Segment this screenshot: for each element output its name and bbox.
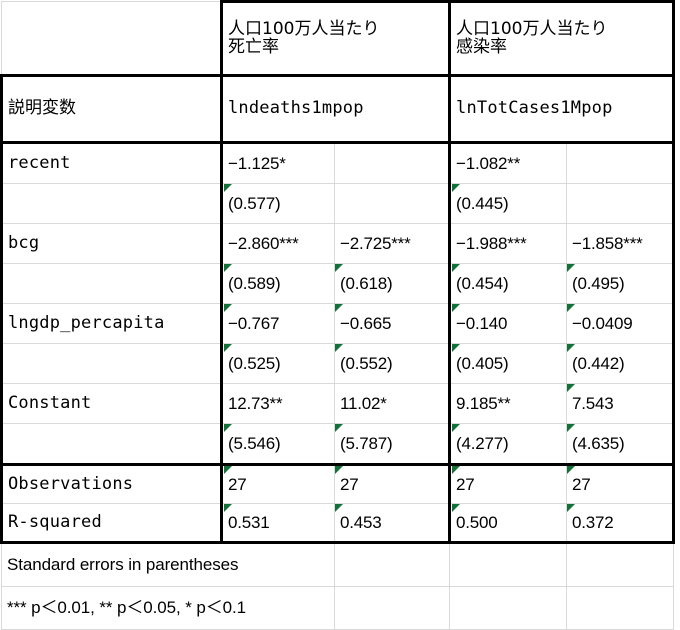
group-header-deaths-line2: 死亡率 [228, 36, 279, 57]
table-row-std-error: (0.577) (0.445) [0, 183, 676, 224]
table-row-coefficient: Constant 12.73** 11.02* 9.185** 7.543 [0, 383, 676, 424]
cell-bcg-m1-coef: −2.860*** [220, 223, 335, 264]
spreadsheet-canvas: 人口100万人当たり 死亡率 人口100万人当たり 感染率 説明変数 lndeath… [0, 0, 680, 630]
table-row-r-squared: R-squared 0.531 0.453 0.500 0.372 [0, 503, 676, 544]
cell-constant-m4-coef: 7.543 [566, 383, 676, 424]
row-label-constant: Constant [0, 383, 222, 424]
table-row-note: *** p＜0.01, ** p＜0.05, * p＜0.1 [1, 586, 675, 630]
row-label-lngdp-percapita: lngdp_percapita [0, 303, 222, 344]
cell-r-squared-m3: 0.500 [448, 503, 568, 544]
table-row-coefficient: lngdp_percapita −0.767 −0.665 −0.140 −0.… [0, 303, 676, 344]
cell-bcg-m3-se: (0.454) [448, 263, 568, 304]
cell-constant-m1-coef: 12.73** [220, 383, 335, 424]
cell-observations-m3: 27 [448, 463, 568, 504]
note-row2-pad-2 [449, 586, 568, 630]
cell-bcg-m4-coef: −1.858*** [566, 223, 676, 264]
cell-lngdp-m1-coef: −0.767 [220, 303, 335, 344]
table-row-variable-header: 説明変数 lndeaths1mpop lnTotCases1Mpop [0, 74, 676, 144]
cell-lngdp-m4-se: (0.442) [566, 343, 676, 384]
cell-recent-m4-se [566, 183, 676, 224]
cell-r-squared-m4: 0.372 [566, 503, 676, 544]
note-row2-pad-3 [566, 586, 675, 630]
cell-recent-m3-coef: −1.082** [448, 142, 568, 184]
table-row-std-error: (0.525) (0.552) (0.405) (0.442) [0, 343, 676, 384]
cell-constant-m2-se: (5.787) [333, 423, 451, 466]
corner-cell [1, 1, 222, 76]
row-label-lngdp-se-blank [0, 343, 222, 384]
row-label-r-squared: R-squared [0, 503, 222, 544]
cell-recent-m3-se: (0.445) [448, 183, 568, 224]
explanatory-variable-header: 説明変数 [0, 74, 222, 144]
cell-r-squared-m1: 0.531 [220, 503, 335, 544]
table-row-note: Standard errors in parentheses [1, 542, 675, 587]
row-label-bcg: bcg [0, 223, 222, 264]
cell-recent-m2-se [333, 183, 451, 224]
table-row-std-error: (5.546) (5.787) (4.277) (4.635) [0, 423, 676, 466]
cell-bcg-m3-coef: −1.988*** [448, 223, 568, 264]
cell-observations-m2: 27 [333, 463, 451, 504]
cell-constant-m3-se: (4.277) [448, 423, 568, 466]
row-label-recent: recent [0, 142, 222, 184]
cell-bcg-m4-se: (0.495) [566, 263, 676, 304]
cell-bcg-m2-se: (0.618) [333, 263, 451, 304]
row-label-constant-se-blank [0, 423, 222, 466]
column-group-header-deaths: 人口100万人当たり 死亡率 [219, 0, 451, 76]
cell-constant-m2-coef: 11.02* [333, 383, 451, 424]
cell-lngdp-m2-coef: −0.665 [333, 303, 451, 344]
regression-results-table: 人口100万人当たり 死亡率 人口100万人当たり 感染率 説明変数 lndeath… [0, 0, 676, 630]
row-label-observations: Observations [0, 463, 222, 504]
cell-recent-m2-coef [333, 142, 451, 184]
cell-recent-m1-coef: −1.125* [220, 142, 335, 184]
cell-constant-m3-coef: 9.185** [448, 383, 568, 424]
cell-constant-m1-se: (5.546) [220, 423, 335, 466]
cell-lngdp-m3-se: (0.405) [448, 343, 568, 384]
cell-bcg-m2-coef: −2.725*** [333, 223, 451, 264]
table-row-coefficient: bcg −2.860*** −2.725*** −1.988*** −1.858… [0, 223, 676, 264]
cell-recent-m1-se: (0.577) [220, 183, 335, 224]
note-row1-pad-1 [333, 542, 451, 587]
table-row-group-header: 人口100万人当たり 死亡率 人口100万人当たり 感染率 [1, 0, 676, 76]
row-label-recent-se-blank [0, 183, 222, 224]
cell-lngdp-m1-se: (0.525) [220, 343, 335, 384]
cell-observations-m1: 27 [220, 463, 335, 504]
note-significance-levels: *** p＜0.01, ** p＜0.05, * p＜0.1 [1, 586, 335, 630]
dependent-variable-cases: lnTotCases1Mpop [448, 74, 676, 144]
dependent-variable-deaths: lndeaths1mpop [219, 74, 451, 144]
cell-bcg-m1-se: (0.589) [220, 263, 335, 304]
note-row1-pad-2 [449, 542, 568, 587]
cell-lngdp-m4-coef: −0.0409 [566, 303, 676, 344]
cell-recent-m4-coef [566, 142, 676, 184]
cell-constant-m4-se: (4.635) [566, 423, 676, 466]
cell-lngdp-m3-coef: −0.140 [448, 303, 568, 344]
table-row-observations: Observations 27 27 27 27 [0, 463, 676, 504]
note-standard-errors: Standard errors in parentheses [1, 542, 335, 587]
column-group-header-cases: 人口100万人当たり 感染率 [448, 0, 676, 76]
cell-lngdp-m2-se: (0.552) [333, 343, 451, 384]
cell-r-squared-m2: 0.453 [333, 503, 451, 544]
note-row1-pad-3 [566, 542, 675, 587]
table-row-coefficient: recent −1.125* −1.082** [0, 142, 676, 184]
cell-observations-m4: 27 [566, 463, 676, 504]
table-row-std-error: (0.589) (0.618) (0.454) (0.495) [0, 263, 676, 304]
group-header-cases-line2: 感染率 [456, 36, 508, 57]
row-label-bcg-se-blank [0, 263, 222, 304]
note-row2-pad-1 [333, 586, 451, 630]
